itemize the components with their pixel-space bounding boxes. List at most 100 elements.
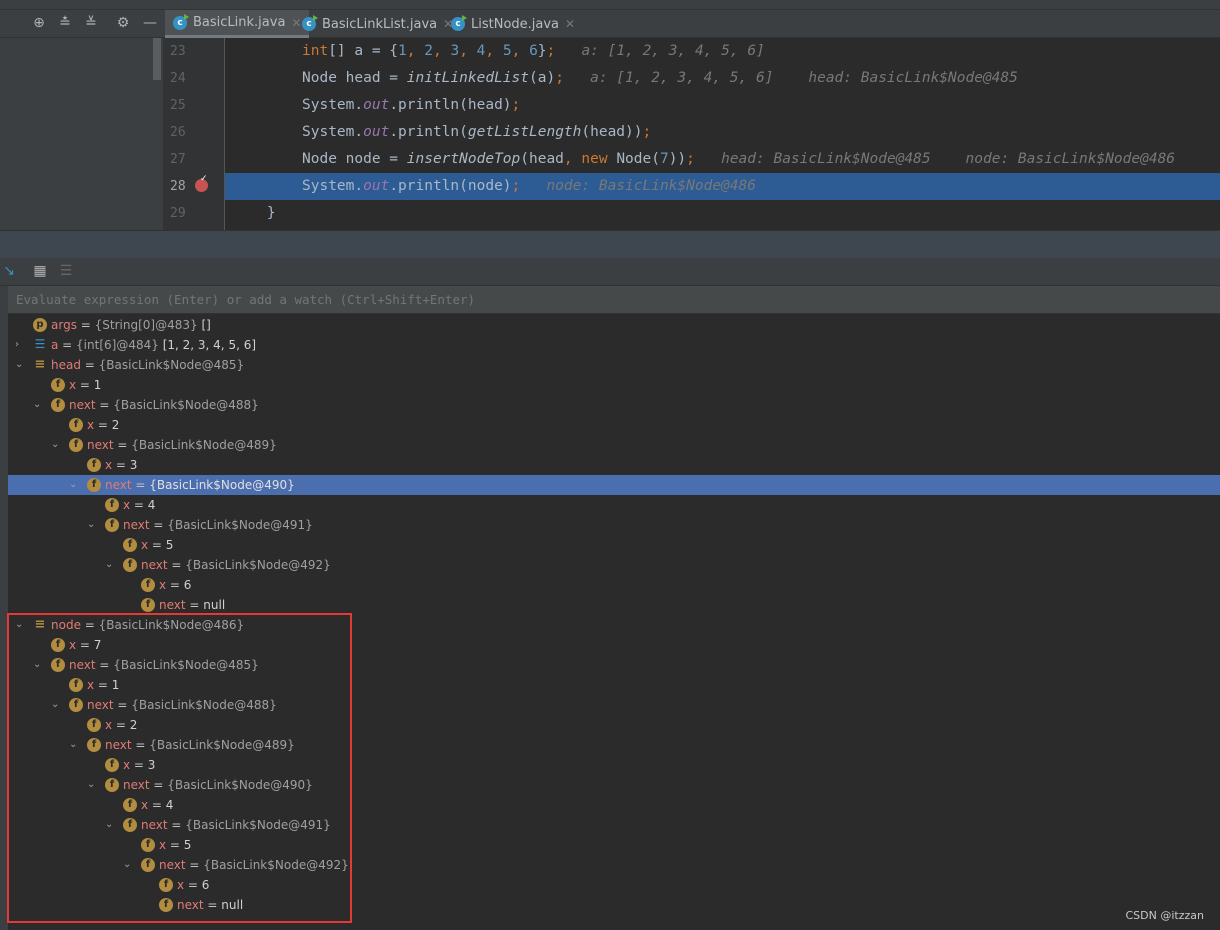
code-token: (head)) — [581, 124, 643, 140]
debugger-toolbar: ↘ ▦ ☰ — [0, 258, 1220, 286]
variable-value: 1 — [93, 378, 102, 392]
tab-listnode-java[interactable]: c ListNode.java ✕ — [443, 10, 583, 38]
code-line[interactable]: } — [0, 200, 1220, 227]
java-class-icon: c — [302, 15, 318, 31]
field-icon: f — [105, 518, 119, 532]
code-token: 7 — [659, 151, 669, 167]
code-token: 5 — [502, 43, 512, 59]
code-token: (head — [520, 151, 564, 167]
variable-row-head[interactable]: ⌄ ≡ head = {BasicLink$Node@485} — [8, 355, 1220, 375]
variable-row-next[interactable]: ⌄ f next = {BasicLink$Node@488} — [8, 395, 1220, 415]
field-icon: f — [51, 378, 65, 392]
code-line[interactable]: System.out.println(head); — [0, 92, 1220, 119]
chevron-right-icon[interactable]: › — [15, 335, 19, 355]
code-line[interactable]: Node head = initLinkedList(a); a: [1, 2,… — [0, 65, 1220, 92]
variable-row-next[interactable]: f next = null — [8, 595, 1220, 615]
chevron-down-icon[interactable]: ⌄ — [33, 395, 41, 415]
code-token: System. — [302, 178, 364, 194]
code-token: , — [511, 43, 530, 59]
code-token: ; — [642, 124, 652, 140]
close-icon[interactable]: ✕ — [565, 17, 575, 31]
code-token: , — [406, 43, 425, 59]
variable-row-next[interactable]: ⌄ f next = {BasicLink$Node@490} — [8, 475, 1220, 495]
watermark: CSDN @itzzan — [1125, 909, 1205, 922]
panel-divider[interactable] — [0, 230, 1220, 258]
variable-preview: [] — [201, 318, 211, 332]
code-line[interactable]: System.out.println(node); node: BasicLin… — [225, 173, 1220, 200]
collapse-all-icon[interactable]: ≚ — [82, 14, 100, 32]
code-line[interactable]: Node node = insertNodeTop(head, new Node… — [0, 146, 1220, 173]
code-token: , — [563, 151, 582, 167]
chevron-down-icon[interactable]: ⌄ — [51, 435, 59, 455]
code-token: System. — [302, 124, 364, 140]
chevron-down-icon[interactable]: ⌄ — [87, 515, 95, 535]
crosshair-icon[interactable]: ⊕ — [30, 14, 48, 32]
variable-value: 6 — [183, 578, 192, 592]
code-token: Node( — [616, 151, 660, 167]
field-icon: f — [141, 578, 155, 592]
code-token: , — [432, 43, 451, 59]
minimize-icon[interactable]: — — [141, 14, 159, 32]
code-token: , — [459, 43, 477, 59]
variable-row-x[interactable]: fx = 3 — [8, 455, 1220, 475]
variable-row-args[interactable]: p args = {String[0]@483} [] — [8, 315, 1220, 335]
code-token: out — [363, 97, 390, 113]
tab-basiclinklist-java[interactable]: c BasicLinkList.java ✕ — [294, 10, 461, 38]
variable-row-x[interactable]: fx = 4 — [8, 495, 1220, 515]
code-token: insertNodeTop — [406, 151, 521, 167]
expand-all-icon[interactable]: ≛ — [56, 14, 74, 32]
code-token: out — [363, 124, 390, 140]
variable-value: {BasicLink$Node@489} — [131, 438, 277, 452]
evaluate-expression-input[interactable] — [8, 286, 1220, 313]
code-token: out — [363, 178, 390, 194]
array-icon: ☰ — [34, 337, 46, 351]
step-into-icon[interactable]: ↘ — [0, 262, 18, 280]
variable-row-x[interactable]: fx = 5 — [8, 535, 1220, 555]
variable-row-next[interactable]: ⌄ f next = {BasicLink$Node@492} — [8, 555, 1220, 575]
variable-row-next[interactable]: ⌄ f next = {BasicLink$Node@489} — [8, 435, 1220, 455]
evaluate-expression-field[interactable] — [8, 286, 1220, 314]
editor-tab-bar: ⊕ ≛ ≚ ⚙ — c BasicLink.java ✕ c BasicLinkList… — [0, 10, 1220, 38]
chevron-down-icon[interactable]: ⌄ — [105, 555, 113, 575]
variable-name: args — [51, 318, 77, 332]
calculator-icon[interactable]: ▦ — [31, 262, 49, 280]
code-token: ; — [546, 43, 556, 59]
code-token: new — [581, 151, 617, 167]
code-token: (a) — [528, 70, 556, 86]
variable-name: next — [141, 558, 168, 572]
variable-row-x[interactable]: fx = 2 — [8, 415, 1220, 435]
code-token: , — [485, 43, 503, 59]
variable-value: {BasicLink$Node@491} — [167, 518, 313, 532]
tab-basiclink-java[interactable]: c BasicLink.java ✕ — [165, 10, 310, 38]
code-token: 1 — [398, 43, 407, 59]
compare-icon[interactable]: ☰ — [57, 262, 75, 280]
code-token: ; — [511, 97, 521, 113]
code-token: .println( — [389, 124, 468, 140]
inline-debug-value: a: [1, 2, 3, 4, 5, 6] head: BasicLink$No… — [563, 70, 1018, 86]
breakpoint-icon[interactable] — [195, 174, 208, 192]
variable-row-next[interactable]: ⌄ f next = {BasicLink$Node@491} — [8, 515, 1220, 535]
variable-row-a[interactable]: › ☰ a = {int[6]@484} [1, 2, 3, 4, 5, 6] — [8, 335, 1220, 355]
variable-value: 4 — [147, 498, 156, 512]
inline-debug-value: a: [1, 2, 3, 4, 5, 6] — [555, 43, 765, 59]
code-line[interactable]: int[] a = {1, 2, 3, 4, 5, 6}; a: [1, 2, … — [0, 38, 1220, 65]
code-line[interactable]: System.out.println(getListLength(head)); — [0, 119, 1220, 146]
variable-value: 2 — [111, 418, 120, 432]
code-token: } — [537, 43, 547, 59]
code-token: 3 — [450, 43, 460, 59]
variable-value: 3 — [129, 458, 138, 472]
chevron-down-icon[interactable]: ⌄ — [15, 355, 23, 375]
field-icon: f — [87, 478, 101, 492]
field-icon: f — [105, 498, 119, 512]
inline-debug-value: node: BasicLink$Node@486 — [520, 178, 756, 194]
chevron-down-icon[interactable]: ⌄ — [69, 475, 77, 495]
gear-icon[interactable]: ⚙ — [114, 14, 132, 32]
variable-name: next — [105, 478, 132, 492]
variable-row-x[interactable]: fx = 1 — [8, 375, 1220, 395]
code-token: ; — [686, 151, 695, 167]
variable-row-x[interactable]: fx = 6 — [8, 575, 1220, 595]
code-token: ; — [555, 70, 564, 86]
field-icon: f — [123, 558, 137, 572]
code-token: 6 — [529, 43, 538, 59]
code-token: )) — [668, 151, 687, 167]
